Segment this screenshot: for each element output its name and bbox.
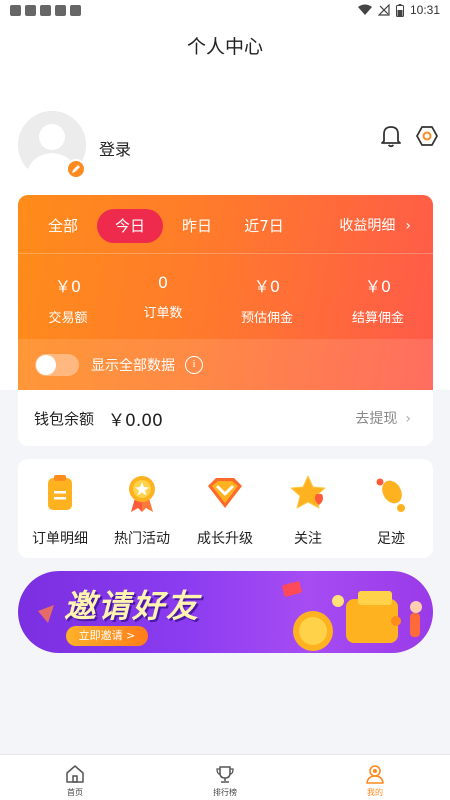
show-all-data-label: 显示全部数据 (91, 357, 175, 374)
banner-title: 邀请好友 (64, 587, 201, 625)
shortcut-hot-activity[interactable]: 热门活动 (102, 472, 182, 548)
wallet-illustration (282, 581, 422, 651)
home-icon (66, 765, 84, 783)
stat-value: 0 (157, 273, 169, 292)
nav-label: 排行榜 (213, 788, 237, 797)
show-all-data-toggle[interactable] (35, 353, 79, 376)
show-all-data-row: 显示全部数据 i (18, 339, 433, 390)
divider (18, 253, 433, 254)
image-notification-icon (55, 4, 66, 16)
hot-activity-icon (129, 476, 155, 512)
chevron-right-icon: › (405, 411, 411, 427)
shortcut-label: 成长升级 (197, 531, 253, 547)
wifi-icon (357, 4, 372, 15)
stat-label: 结算佣金 (351, 311, 404, 326)
wallet-row: 钱包余额 ￥0.00 去提现 › (18, 390, 433, 446)
notification-icons (10, 4, 81, 16)
page-title: 个人中心 (186, 36, 263, 58)
shortcut-label: 订单明细 (32, 531, 88, 547)
nav-label: 我的 (367, 788, 383, 797)
notification-icon (25, 4, 36, 16)
stat-settled-commission: ￥0 结算佣金 (328, 273, 428, 326)
bottom-nav: 首页 排行榜 我的 (0, 754, 450, 800)
ranking-icon (216, 766, 234, 783)
invite-now-button[interactable]: 立即邀请 > (66, 626, 148, 646)
stat-estimated-commission: ￥0 预估佣金 (217, 273, 317, 326)
shortcut-label: 热门活动 (114, 531, 170, 547)
stat-label: 预估佣金 (240, 311, 293, 326)
invite-friends-banner[interactable]: 邀请好友 立即邀请 > (18, 571, 433, 653)
stat-value: ￥0 (253, 277, 281, 296)
earnings-detail-link[interactable]: 收益明细 › (339, 209, 411, 243)
pencil-icon (72, 165, 80, 173)
wallet-label: 钱包余额 (34, 409, 95, 428)
shortcut-footprint[interactable]: 足迹 (351, 472, 431, 548)
profile-icon (366, 765, 384, 784)
earnings-detail-label: 收益明细 (339, 218, 396, 234)
growth-upgrade-icon (208, 478, 242, 508)
notification-icon (40, 4, 51, 16)
nav-ranking[interactable]: 排行榜 (195, 763, 255, 798)
stat-order-count: 0 订单数 (113, 273, 213, 321)
tab-today[interactable]: 今日 (97, 209, 163, 243)
follow-star-icon (290, 475, 326, 509)
nav-home[interactable]: 首页 (45, 763, 105, 798)
withdraw-button[interactable]: 去提现 › (355, 408, 411, 428)
notification-icon (10, 4, 21, 16)
shortcut-label: 足迹 (377, 531, 405, 547)
earnings-card: 全部 今日 昨日 近7日 收益明细 › ￥0 交易额 0 订单数 ￥0 预估佣金 … (18, 195, 433, 390)
shortcut-follow[interactable]: 关注 (268, 472, 348, 548)
info-icon[interactable]: i (185, 355, 203, 374)
stat-trade-amount: ￥0 交易额 (18, 273, 118, 326)
bell-icon[interactable] (380, 124, 402, 148)
order-detail-icon (48, 475, 72, 510)
battery-icon (395, 3, 404, 17)
footprint-icon (376, 478, 405, 512)
signal-icon (377, 4, 390, 16)
login-link[interactable]: 登录 (99, 136, 131, 160)
earnings-tabs: 全部 今日 昨日 近7日 收益明细 › (18, 209, 433, 243)
shortcut-label: 关注 (294, 531, 322, 547)
tab-yesterday[interactable]: 昨日 (172, 209, 222, 243)
stat-label: 订单数 (143, 306, 183, 321)
nav-profile[interactable]: 我的 (345, 763, 405, 798)
shortcut-order-detail[interactable]: 订单明细 (20, 472, 100, 548)
tab-all[interactable]: 全部 (38, 209, 88, 243)
settings-icon[interactable] (416, 124, 438, 148)
nav-label: 首页 (67, 788, 83, 797)
decoration-shape (38, 605, 54, 623)
edit-avatar-button[interactable] (66, 159, 86, 179)
font-notification-icon (70, 4, 81, 16)
stat-label: 交易额 (48, 311, 88, 326)
chevron-right-icon: › (405, 218, 411, 234)
status-bar: 10:31 (0, 0, 450, 20)
shortcut-growth-upgrade[interactable]: 成长升级 (185, 472, 265, 548)
wallet-balance: ￥0.00 (108, 410, 163, 431)
withdraw-label: 去提现 (355, 411, 398, 427)
stat-value: ￥0 (54, 277, 82, 296)
status-time: 10:31 (409, 3, 440, 17)
shortcut-grid: 订单明细 热门活动 成长升级 关注 足迹 (18, 459, 433, 558)
tab-last-7-days[interactable]: 近7日 (237, 209, 291, 243)
stat-value: ￥0 (364, 277, 392, 296)
